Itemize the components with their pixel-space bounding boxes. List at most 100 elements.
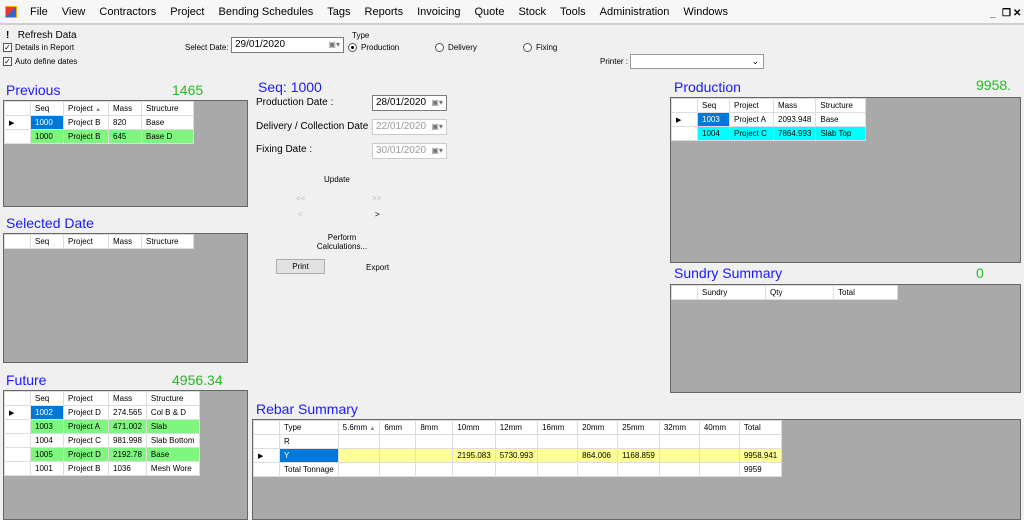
minimize-button[interactable]: _	[990, 8, 996, 19]
previous-button[interactable]: <	[298, 210, 303, 219]
table-cell[interactable]: 1004	[697, 126, 730, 141]
column-header[interactable]: Total	[738, 420, 783, 435]
menu-quote[interactable]: Quote	[468, 6, 512, 18]
table-cell[interactable]: Project C	[63, 433, 109, 448]
column-header[interactable]: Mass	[108, 391, 147, 406]
column-header[interactable]: Structure	[145, 391, 200, 406]
table-cell[interactable]	[537, 448, 579, 463]
table-cell[interactable]	[658, 448, 700, 463]
production-date-picker[interactable]: 28/01/2020 ▣▾	[372, 95, 447, 111]
column-header[interactable]: Project	[729, 98, 774, 113]
table-cell[interactable]	[738, 434, 783, 449]
details-in-report-checkbox[interactable]: ✓ Details in Report	[3, 43, 74, 53]
column-header[interactable]: Structure	[141, 234, 194, 249]
table-cell[interactable]: 864.006	[577, 448, 619, 463]
rebar-grid[interactable]: Type 5.6mm ▲ 6mm 8mm 10mm 12mm 16mm 20mm 25mm 32m…	[252, 419, 1021, 520]
sundry-grid[interactable]: Sundry Qty Total	[670, 284, 1021, 393]
table-cell[interactable]	[337, 462, 381, 477]
table-cell[interactable]: 1002	[30, 405, 64, 420]
table-row[interactable]: ▶ 1002 Project D 274.565 Col B & D	[4, 405, 200, 420]
row-header[interactable]	[4, 433, 31, 448]
table-cell[interactable]: 1000	[30, 115, 64, 130]
update-button[interactable]: Update	[324, 175, 350, 184]
table-cell[interactable]: Y	[279, 448, 339, 463]
row-header[interactable]: ▶	[253, 448, 280, 463]
row-header[interactable]	[4, 419, 31, 434]
column-header[interactable]: 20mm	[577, 420, 619, 435]
table-cell[interactable]	[617, 462, 660, 477]
export-button[interactable]: Export	[366, 263, 389, 272]
table-cell[interactable]	[337, 448, 381, 463]
row-header[interactable]	[4, 129, 31, 144]
row-header[interactable]: ▶	[671, 112, 698, 127]
first-button[interactable]: <<	[296, 194, 305, 203]
last-button[interactable]: >>	[372, 194, 381, 203]
table-cell[interactable]: 9958.941	[738, 448, 783, 463]
table-row[interactable]: 1004 Project C 981.998 Slab Bottom	[4, 433, 200, 448]
table-cell[interactable]	[698, 434, 740, 449]
table-cell[interactable]	[537, 462, 579, 477]
table-cell[interactable]: 1003	[30, 419, 64, 434]
table-cell[interactable]: 1168.859	[617, 448, 660, 463]
perform-calculations-button[interactable]: Perform Calculations...	[316, 233, 368, 251]
table-cell[interactable]	[698, 448, 740, 463]
column-header[interactable]: Seq	[697, 98, 730, 113]
radio-delivery[interactable]: Delivery	[435, 43, 477, 53]
table-cell[interactable]	[379, 448, 417, 463]
table-cell[interactable]: Project A	[63, 419, 109, 434]
menu-windows[interactable]: Windows	[676, 6, 735, 18]
table-row[interactable]: 1005 Project D 2192.78 Base	[4, 447, 200, 462]
table-cell[interactable]	[415, 462, 454, 477]
column-header[interactable]: 16mm	[537, 420, 579, 435]
future-grid[interactable]: Seq Project Mass Structure ▶ 1002 Project D 274…	[3, 390, 248, 520]
menu-invoicing[interactable]: Invoicing	[410, 6, 467, 18]
table-row[interactable]: ▶ 1003 Project A 2093.948 Base	[671, 112, 867, 127]
table-cell[interactable]: 274.565	[108, 405, 147, 420]
table-cell[interactable]: 9959	[738, 462, 783, 477]
column-header[interactable]: 25mm	[617, 420, 660, 435]
menu-tools[interactable]: Tools	[553, 6, 593, 18]
table-cell[interactable]: Project B	[63, 115, 109, 130]
row-header[interactable]	[4, 461, 31, 476]
table-cell[interactable]	[415, 448, 454, 463]
row-header[interactable]	[4, 447, 31, 462]
table-cell[interactable]: Project D	[63, 405, 109, 420]
column-header[interactable]: 8mm	[415, 420, 454, 435]
selected-date-grid[interactable]: Seq Project Mass Structure	[3, 233, 248, 363]
table-row[interactable]: ▶ 1000 Project B 820 Base	[4, 115, 194, 130]
table-cell[interactable]: Slab Bottom	[145, 433, 200, 448]
column-header[interactable]: 6mm	[379, 420, 417, 435]
menu-view[interactable]: View	[55, 6, 93, 18]
column-header[interactable]: Project	[63, 391, 109, 406]
next-button[interactable]: >	[375, 210, 380, 219]
refresh-data-button[interactable]: ! Refresh Data	[6, 30, 77, 41]
table-cell[interactable]	[337, 434, 381, 449]
table-cell[interactable]: 1004	[30, 433, 64, 448]
menu-project[interactable]: Project	[163, 6, 211, 18]
table-cell[interactable]: Slab	[145, 419, 200, 434]
table-cell[interactable]: 2195.083	[452, 448, 496, 463]
column-header[interactable]: 32mm	[658, 420, 700, 435]
row-header[interactable]	[253, 462, 280, 477]
column-header[interactable]: Type	[279, 420, 339, 435]
column-header[interactable]: Total	[833, 285, 898, 300]
table-cell[interactable]: Slab Top	[815, 126, 867, 141]
table-cell[interactable]: 471.002	[108, 419, 147, 434]
menu-contractors[interactable]: Contractors	[92, 6, 163, 18]
table-cell[interactable]	[698, 462, 740, 477]
table-cell[interactable]	[415, 434, 454, 449]
table-cell[interactable]: Project C	[729, 126, 774, 141]
column-header[interactable]: Seq	[30, 234, 64, 249]
column-header[interactable]: Structure	[141, 101, 194, 116]
production-grid[interactable]: Seq Project Mass Structure ▶ 1003 Project A 209…	[670, 97, 1021, 263]
table-cell[interactable]: Base	[145, 447, 200, 462]
table-cell[interactable]: 981.998	[108, 433, 147, 448]
table-cell[interactable]: 2192.78	[108, 447, 147, 462]
table-cell[interactable]: 1005	[30, 447, 64, 462]
column-header[interactable]: Mass	[772, 98, 817, 113]
column-header[interactable]: Sundry	[697, 285, 766, 300]
column-header[interactable]: Mass	[108, 101, 142, 116]
column-header[interactable]: Structure	[815, 98, 867, 113]
table-cell[interactable]	[452, 462, 496, 477]
table-cell[interactable]: Project B	[63, 129, 109, 144]
